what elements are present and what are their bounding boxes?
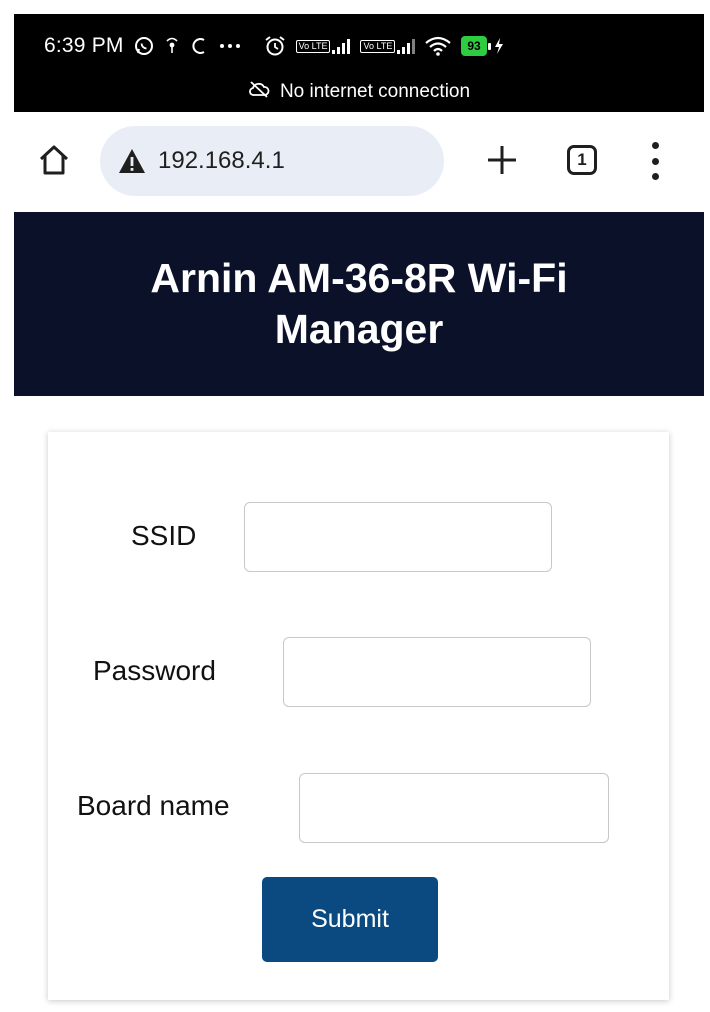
board-name-input[interactable]	[299, 773, 609, 843]
browser-toolbar: 192.168.4.1 1	[14, 112, 704, 212]
url-text[interactable]: 192.168.4.1	[158, 147, 285, 175]
whatsapp-icon	[134, 36, 154, 56]
battery-level: 93	[461, 36, 487, 56]
page-header: Arnin AM-36-8R Wi-Fi Manager	[14, 212, 704, 396]
ssid-input[interactable]	[244, 502, 552, 572]
page-title: Arnin AM-36-8R Wi-Fi Manager	[150, 255, 568, 352]
battery-icon: 93	[461, 36, 491, 56]
charging-icon	[493, 37, 505, 55]
submit-button[interactable]: Submit	[262, 877, 438, 962]
status-icons-row: 6:39 PM Vo LTE Vo LTE 93	[44, 28, 515, 64]
home-button[interactable]	[36, 142, 72, 178]
password-label: Password	[93, 655, 216, 686]
warning-icon[interactable]	[118, 148, 146, 174]
hotspot-icon	[164, 37, 180, 55]
lte-label-2: Vo LTE	[360, 39, 396, 53]
wifi-icon	[425, 36, 452, 56]
ssid-label: SSID	[131, 520, 197, 551]
menu-icon[interactable]	[642, 142, 668, 180]
wifi-form-card: SSID Password Board name Submit	[48, 432, 669, 1000]
home-icon	[39, 145, 69, 175]
board-name-label: Board name	[77, 790, 230, 821]
tabs-button[interactable]: 1	[567, 145, 597, 175]
password-input[interactable]	[283, 637, 591, 707]
cloud-off-icon	[248, 80, 270, 104]
tab-count: 1	[577, 150, 587, 169]
signal-icon-2: Vo LTE	[360, 38, 416, 54]
connection-notice: No internet connection	[14, 80, 704, 104]
status-bar: 6:39 PM Vo LTE Vo LTE 93 No internet con…	[14, 14, 704, 112]
signal-icon-1: Vo LTE	[295, 38, 351, 54]
alarm-icon	[264, 35, 286, 57]
status-time: 6:39 PM	[44, 34, 124, 57]
plus-icon	[488, 146, 516, 174]
new-tab-button[interactable]	[484, 142, 520, 178]
lte-label-1: Vo LTE	[295, 39, 331, 53]
more-dots-icon	[218, 42, 242, 50]
sync-icon	[190, 36, 208, 56]
address-bar[interactable]: 192.168.4.1	[100, 126, 444, 196]
connection-notice-text: No internet connection	[279, 81, 471, 102]
phone-screen: 6:39 PM Vo LTE Vo LTE 93 No internet con…	[0, 0, 710, 1012]
